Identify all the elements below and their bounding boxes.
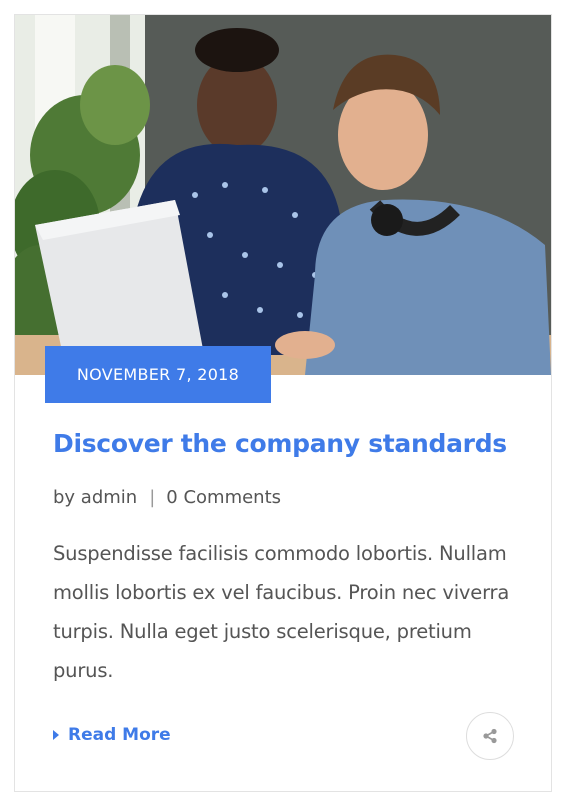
post-excerpt: Suspendisse facilisis commodo lobortis. … [53,542,510,682]
meta-separator: | [149,487,156,508]
read-more-label: Read More [68,725,171,745]
featured-image[interactable] [15,15,551,375]
share-icon [483,728,497,744]
post-meta: by admin | 0 Comments [53,487,281,508]
post-comments-count[interactable]: 0 Comments [166,487,281,508]
featured-image-illustration [15,15,551,375]
post-author[interactable]: by admin [53,487,137,508]
read-more-link[interactable]: Read More [53,725,171,745]
share-button[interactable] [466,712,514,760]
caret-right-icon [53,730,59,740]
post-title[interactable]: Discover the company standards [53,429,507,458]
post-date-badge[interactable]: NOVEMBER 7, 2018 [45,346,271,403]
blog-post-card: NOVEMBER 7, 2018 Discover the company st… [14,14,552,792]
